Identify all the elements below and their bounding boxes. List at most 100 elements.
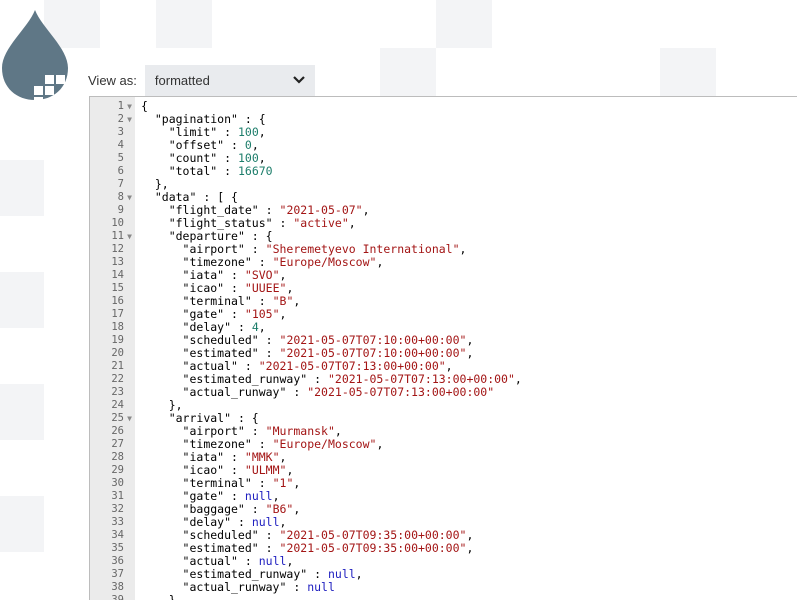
code-lines: 1 ▼{2 ▼ "pagination" : {3 "limit" : 100, 4 … bbox=[90, 100, 797, 600]
line-number: 14 bbox=[111, 269, 124, 281]
code-text: "actual_runway" : "2021-05-07T07:13:00+0… bbox=[182, 385, 495, 399]
line-number: 24 bbox=[111, 399, 124, 411]
line-number: 18 bbox=[111, 321, 124, 333]
fold-toggle-icon[interactable]: ▼ bbox=[124, 100, 135, 113]
line-number: 17 bbox=[111, 308, 124, 320]
line-number: 38 bbox=[111, 581, 124, 593]
fold-toggle-icon[interactable]: ▼ bbox=[124, 191, 135, 204]
line-number: 20 bbox=[111, 347, 124, 359]
line-number: 31 bbox=[111, 490, 124, 502]
line-number: 33 bbox=[111, 516, 124, 528]
line-number: 16 bbox=[111, 295, 124, 307]
line-number: 32 bbox=[111, 503, 124, 515]
view-as-select[interactable]: formatted bbox=[144, 64, 315, 96]
background-tile bbox=[436, 0, 492, 48]
code-text: }, bbox=[141, 593, 183, 600]
line-number: 27 bbox=[111, 438, 124, 450]
line-number: 1 bbox=[117, 100, 124, 112]
line-number: 10 bbox=[111, 217, 124, 229]
fold-toggle-icon[interactable]: ▼ bbox=[124, 412, 135, 425]
view-as-label: View as: bbox=[88, 72, 137, 88]
droplet-logo-icon bbox=[2, 10, 68, 103]
line-number: 11 bbox=[111, 230, 124, 242]
line-number: 26 bbox=[111, 425, 124, 437]
line-number: 12 bbox=[111, 243, 124, 255]
line-number: 21 bbox=[111, 360, 124, 372]
line-number: 35 bbox=[111, 542, 124, 554]
code-line: 6 "total" : 16670 bbox=[90, 165, 797, 178]
line-number: 4 bbox=[117, 139, 124, 151]
fold-toggle-icon[interactable]: ▼ bbox=[124, 113, 135, 126]
line-number: 30 bbox=[111, 477, 124, 489]
fold-toggle-icon[interactable]: ▼ bbox=[124, 230, 135, 243]
background-tile bbox=[0, 496, 44, 552]
line-number: 34 bbox=[111, 529, 124, 541]
line-number: 25 bbox=[111, 412, 124, 424]
background-tile bbox=[380, 48, 436, 96]
line-number: 6 bbox=[117, 165, 124, 177]
line-number: 28 bbox=[111, 451, 124, 463]
line-number: 5 bbox=[117, 152, 124, 164]
code-line: 38 "actual_runway" : null bbox=[90, 581, 797, 594]
line-number: 23 bbox=[111, 386, 124, 398]
line-number: 2 bbox=[117, 113, 124, 125]
background-tile bbox=[0, 160, 44, 216]
line-number: 9 bbox=[117, 204, 124, 216]
view-as-row: View as: formatted bbox=[88, 64, 315, 96]
line-number: 7 bbox=[117, 178, 124, 190]
background-tile bbox=[660, 48, 716, 96]
line-number: 22 bbox=[111, 373, 124, 385]
line-number: 29 bbox=[111, 464, 124, 476]
line-number: 3 bbox=[117, 126, 124, 138]
line-number: 15 bbox=[111, 282, 124, 294]
json-code-editor[interactable]: 1 ▼{2 ▼ "pagination" : {3 "limit" : 100, 4 … bbox=[89, 96, 797, 600]
line-number: 36 bbox=[111, 555, 124, 567]
chevron-down-icon bbox=[293, 76, 305, 84]
background-tile bbox=[156, 0, 212, 48]
code-line: 23 "actual_runway" : "2021-05-07T07:13:0… bbox=[90, 386, 797, 399]
line-number: 19 bbox=[111, 334, 124, 346]
code-line: 39 }, bbox=[90, 594, 797, 600]
line-number: 13 bbox=[111, 256, 124, 268]
view-as-selected-value: formatted bbox=[154, 72, 210, 88]
line-number: 8 bbox=[117, 191, 124, 203]
line-number: 37 bbox=[111, 568, 124, 580]
background-tile bbox=[0, 384, 44, 440]
line-number: 39 bbox=[111, 594, 124, 600]
background-tile bbox=[0, 272, 44, 328]
